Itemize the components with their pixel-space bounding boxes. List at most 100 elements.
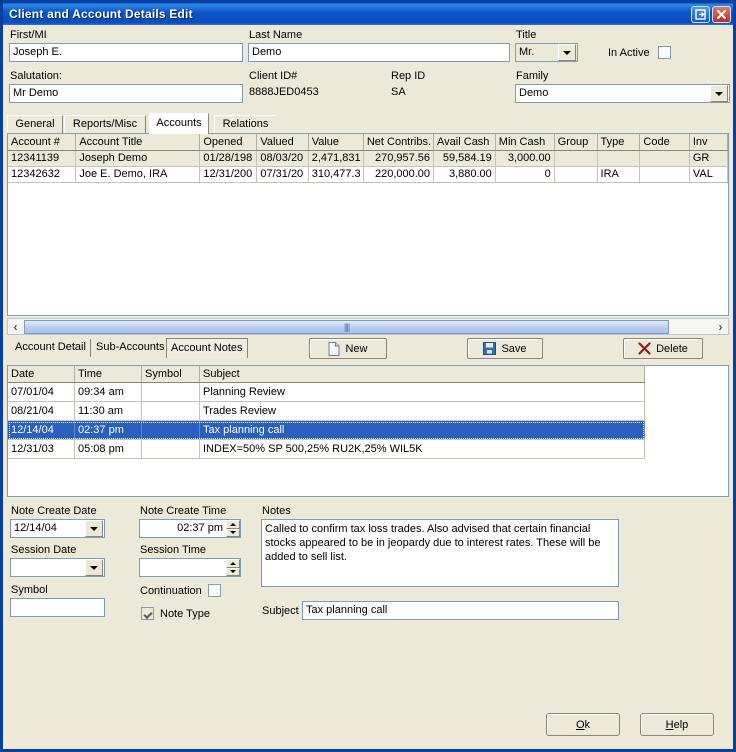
col-avail-cash[interactable]: Avail Cash — [434, 134, 496, 150]
chevron-down-icon[interactable] — [558, 44, 576, 61]
rep-id-label: Rep ID — [391, 70, 426, 82]
cell-type — [598, 151, 641, 166]
table-row[interactable]: 12341139 Joseph Demo 01/28/198 08/03/20 … — [8, 151, 728, 167]
col-code[interactable]: Code — [640, 134, 690, 150]
save-button[interactable]: Save — [467, 338, 543, 359]
notes-label: Notes — [262, 505, 291, 517]
col-group[interactable]: Group — [555, 134, 598, 150]
stepper-down-icon[interactable] — [226, 528, 240, 537]
col-account-title[interactable]: Account Title — [76, 134, 201, 150]
tab-general[interactable]: General — [7, 115, 63, 133]
close-icon[interactable] — [712, 5, 731, 23]
tab-accounts[interactable]: Accounts — [149, 113, 209, 134]
page-icon — [328, 341, 340, 356]
chevron-left-icon[interactable]: ‹ — [8, 319, 23, 334]
col-net-contribs[interactable]: Net Contribs. — [364, 134, 435, 150]
col-value[interactable]: Value — [309, 134, 364, 150]
scrollbar-thumb[interactable]: |||| — [24, 319, 669, 334]
continuation-checkbox[interactable] — [208, 584, 221, 597]
cell-subject: Trades Review — [200, 402, 645, 420]
cell-code — [640, 151, 690, 166]
last-name-input[interactable]: Demo — [248, 43, 510, 62]
cell-symbol — [142, 440, 200, 458]
delete-button[interactable]: Delete — [623, 338, 703, 359]
subtab-sub-accounts[interactable]: Sub-Accounts — [92, 339, 170, 357]
restore-icon[interactable] — [691, 5, 710, 23]
ok-button[interactable]: Ok — [546, 713, 620, 736]
col-min-cash[interactable]: Min Cash — [496, 134, 555, 150]
notes-textarea[interactable]: Called to confirm tax loss trades. Also … — [261, 519, 619, 587]
tab-reports-misc[interactable]: Reports/Misc — [64, 115, 146, 133]
note-create-time-stepper[interactable]: 02:37 pm — [139, 519, 241, 538]
stepper-up-icon[interactable] — [226, 520, 240, 529]
session-time-label: Session Time — [140, 544, 207, 556]
chevron-down-icon[interactable] — [85, 520, 103, 537]
note-create-date-dropdown[interactable]: 12/14/04 — [10, 519, 105, 538]
cell-date: 12/31/03 — [8, 440, 75, 458]
session-date-dropdown[interactable] — [10, 558, 105, 577]
dialog-footer: Ok Help — [3, 701, 733, 749]
save-button-label: Save — [501, 342, 527, 355]
family-value: Demo — [519, 87, 549, 99]
list-item-selected[interactable]: 12/14/04 02:37 pm Tax planning call — [8, 421, 645, 440]
cell-avail-cash: 3,880.00 — [434, 167, 496, 182]
cell-opened: 12/31/200 — [200, 167, 258, 182]
help-button[interactable]: Help — [640, 713, 714, 736]
salutation-input[interactable]: Mr Demo — [9, 84, 243, 103]
cell-date: 08/21/04 — [8, 402, 75, 420]
stepper-up-icon[interactable] — [226, 559, 240, 568]
inactive-checkbox[interactable] — [658, 46, 671, 59]
cell-net-contribs: 270,957.56 — [364, 151, 435, 166]
accounts-grid[interactable]: Account # Account Title Opened Valued Va… — [7, 133, 729, 316]
family-dropdown[interactable]: Demo — [515, 84, 730, 103]
cell-account-number: 12342632 — [8, 167, 77, 182]
col-type[interactable]: Type — [598, 134, 641, 150]
session-date-label: Session Date — [11, 544, 77, 556]
stepper-down-icon[interactable] — [226, 567, 240, 576]
client-header-form: First/MI Joseph E. Last Name Demo Title … — [3, 25, 733, 113]
symbol-input[interactable] — [10, 598, 105, 617]
subject-input[interactable]: Tax planning call — [302, 601, 619, 620]
cell-time: 02:37 pm — [75, 421, 142, 439]
chevron-right-icon[interactable]: › — [713, 319, 728, 334]
cell-net-contribs: 220,000.00 — [364, 167, 435, 182]
first-mi-input[interactable]: Joseph E. — [9, 43, 243, 62]
dialog-window: Client and Account Details Edit First/MI… — [0, 0, 736, 752]
cell-value: 2,471,831 — [309, 151, 364, 166]
cell-min-cash: 0 — [496, 167, 555, 182]
cell-group — [555, 151, 598, 166]
note-type-checkbox[interactable] — [141, 607, 154, 620]
title-value: Mr. — [519, 46, 535, 58]
col-opened[interactable]: Opened — [200, 134, 258, 150]
col-date[interactable]: Date — [8, 366, 75, 382]
col-time[interactable]: Time — [75, 366, 142, 382]
subtab-account-notes[interactable]: Account Notes — [166, 338, 248, 358]
chevron-down-icon[interactable] — [710, 85, 728, 102]
col-symbol[interactable]: Symbol — [142, 366, 200, 382]
col-valued[interactable]: Valued — [257, 134, 309, 150]
tab-relations[interactable]: Relations — [214, 115, 276, 133]
list-item[interactable]: 12/31/03 05:08 pm INDEX=50% SP 500,25% R… — [8, 440, 645, 459]
table-row[interactable]: 12342632 Joe E. Demo, IRA 12/31/200 07/3… — [8, 167, 728, 183]
cell-type: IRA — [598, 167, 641, 182]
title-dropdown[interactable]: Mr. — [515, 43, 578, 62]
delete-button-label: Delete — [656, 342, 688, 355]
subtab-account-detail[interactable]: Account Detail — [11, 339, 91, 357]
col-subject[interactable]: Subject — [200, 366, 645, 382]
col-account-number[interactable]: Account # — [8, 134, 77, 150]
session-time-stepper[interactable] — [139, 558, 241, 577]
cell-group — [555, 167, 598, 182]
cell-date: 07/01/04 — [8, 383, 75, 401]
cell-time: 05:08 pm — [75, 440, 142, 458]
account-notes-grid[interactable]: Date Time Symbol Subject 07/01/04 09:34 … — [7, 365, 729, 497]
list-item[interactable]: 07/01/04 09:34 am Planning Review — [8, 383, 645, 402]
chevron-down-icon[interactable] — [85, 559, 103, 576]
cell-time: 09:34 am — [75, 383, 142, 401]
list-item[interactable]: 08/21/04 11:30 am Trades Review — [8, 402, 645, 421]
cell-symbol — [142, 383, 200, 401]
new-button[interactable]: New — [309, 338, 387, 359]
col-inv[interactable]: Inv — [690, 134, 728, 150]
cell-value: 310,477.3 — [309, 167, 364, 182]
rep-id-value: SA — [391, 86, 406, 98]
accounts-grid-hscrollbar[interactable]: ‹ |||| › — [7, 318, 729, 335]
